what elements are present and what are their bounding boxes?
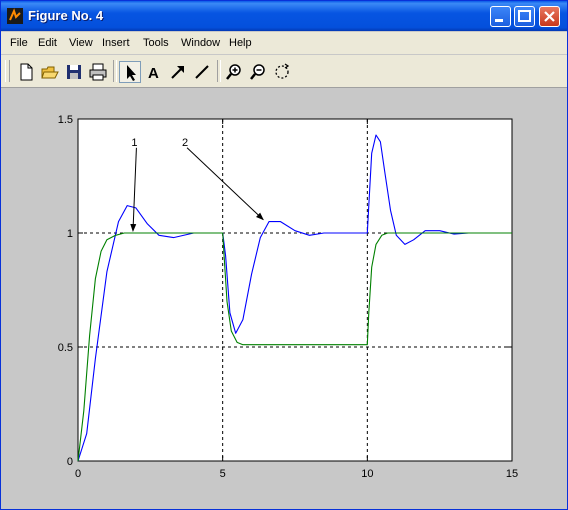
axes-background (77, 118, 513, 462)
annotation-label-2: 2 (182, 137, 188, 149)
zoom-in-icon[interactable] (223, 61, 245, 83)
figure-toolbar: A (1, 55, 567, 88)
menu-bar: File Edit View Insert Tools Window Help (1, 32, 567, 54)
toolbar-grip[interactable] (5, 60, 10, 82)
close-button[interactable] (539, 6, 560, 27)
insert-arrow-icon[interactable] (167, 61, 189, 83)
y-tick-label: 0 (67, 456, 73, 468)
toolbar-separator (217, 60, 221, 82)
minimize-button[interactable] (490, 6, 511, 27)
x-tick-label: 0 (75, 468, 81, 480)
menu-file[interactable]: File (10, 37, 28, 49)
toolbar-separator (113, 60, 117, 82)
y-tick-label: 0.5 (58, 342, 73, 354)
menu-insert[interactable]: Insert (102, 37, 130, 49)
y-tick-label: 1.5 (58, 114, 73, 126)
menu-view[interactable]: View (69, 37, 93, 49)
select-arrow-icon[interactable] (119, 61, 141, 83)
open-folder-icon[interactable] (39, 61, 61, 83)
insert-line-icon[interactable] (191, 61, 213, 83)
x-tick-label: 15 (506, 468, 518, 480)
x-tick-label: 5 (220, 468, 226, 480)
x-tick-label: 10 (361, 468, 373, 480)
svg-text:A: A (148, 65, 159, 82)
menu-edit[interactable]: Edit (38, 37, 57, 49)
maximize-button[interactable] (514, 6, 535, 27)
y-tick-label: 1 (67, 228, 73, 240)
title-bar[interactable]: Figure No. 4 (1, 1, 567, 31)
insert-text-icon[interactable]: A (143, 61, 165, 83)
window-title: Figure No. 4 (28, 8, 104, 23)
plot-axes[interactable]: 0 5 10 15 0 0.5 1 1.5 1 2 (1, 88, 567, 509)
zoom-out-icon[interactable] (247, 61, 269, 83)
menu-window[interactable]: Window (181, 37, 220, 49)
annotation-label-1: 1 (131, 137, 137, 149)
rotate-3d-icon[interactable] (271, 61, 293, 83)
save-icon[interactable] (63, 61, 85, 83)
figure-canvas: 0 5 10 15 0 0.5 1 1.5 1 2 (1, 88, 567, 509)
menu-help[interactable]: Help (229, 37, 252, 49)
menu-tools[interactable]: Tools (143, 37, 169, 49)
matlab-logo-icon (7, 8, 23, 24)
figure-window: Figure No. 4 File Edit View Insert Tools… (0, 0, 568, 510)
new-file-icon[interactable] (15, 61, 37, 83)
print-icon[interactable] (87, 61, 109, 83)
